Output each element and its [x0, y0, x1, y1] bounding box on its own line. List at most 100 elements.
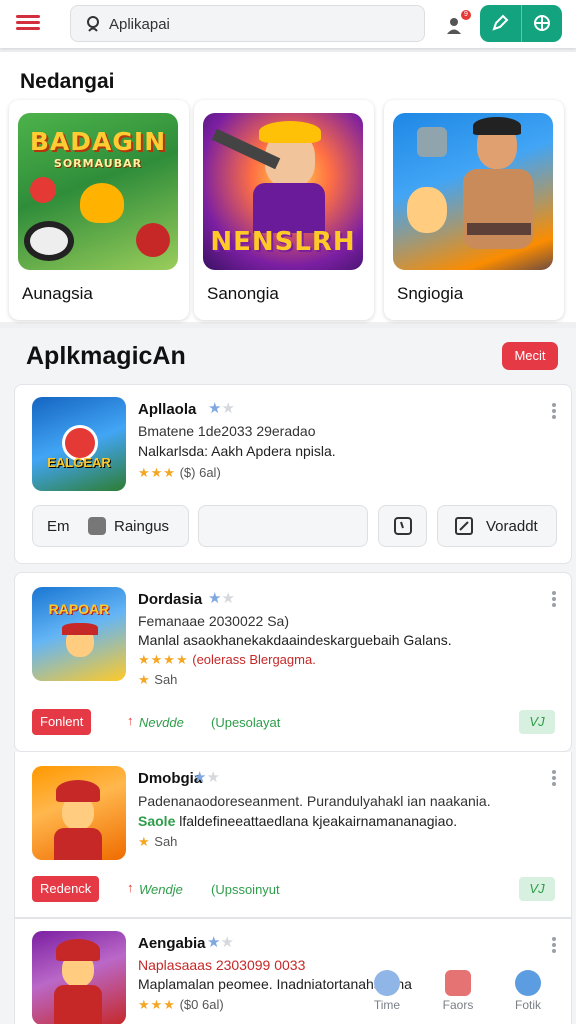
app-rating: ★★★ ($0 6al)	[138, 997, 224, 1012]
search-bar[interactable]	[70, 5, 425, 42]
arrow-icon: ↑	[127, 713, 134, 728]
notification-button[interactable]: 9	[445, 10, 471, 37]
fist-art	[417, 127, 447, 157]
icon-text: EALGEAR	[47, 455, 111, 470]
action-group	[480, 5, 562, 42]
app-meta: Bmatene 1de2033 29eradao	[138, 423, 316, 439]
body-art	[54, 985, 102, 1024]
more-icon[interactable]	[551, 591, 557, 609]
ball-art	[30, 177, 56, 203]
rating-icon: ★★	[208, 590, 235, 607]
app-meta: Padenanaodoreseanment. Purandulyahakl ia…	[138, 793, 491, 809]
featured-card[interactable]: NENSLRH Sanongia	[194, 100, 374, 320]
new-badge[interactable]: Mecit	[502, 342, 558, 370]
crosshair-icon	[534, 15, 550, 31]
green-label[interactable]: Wendje	[139, 882, 183, 897]
green-label[interactable]: (Upssoinyut	[211, 882, 280, 897]
green-label[interactable]: Nevdde	[139, 715, 184, 730]
app-name: Apllaola	[138, 401, 197, 418]
status-tag[interactable]: Fonlent	[32, 709, 92, 735]
pencil-icon	[492, 14, 509, 31]
bookmark-button[interactable]	[378, 505, 427, 547]
featured-card-label: Sanongia	[207, 284, 279, 303]
app-rating-secondary: ★ Sah	[138, 672, 178, 687]
edit-icon	[455, 517, 473, 535]
app-meta: Femanaae 2030022 Sa)	[138, 613, 289, 629]
ball-art	[136, 223, 170, 257]
app-meta: Naplasaaas 2303099 0033	[138, 957, 306, 973]
search-input[interactable]	[109, 10, 409, 38]
star-rating-icon: ★★★★	[138, 652, 189, 667]
star-rating-icon: ★	[138, 834, 151, 849]
compass-icon	[515, 970, 541, 996]
game-sublogo: SORMAUBAR	[53, 157, 143, 170]
empty-button[interactable]	[198, 505, 368, 547]
app-description: Nalkarlsda: Aakh Apdera npisla.	[138, 443, 336, 459]
app-icon	[32, 931, 126, 1024]
hair-art	[259, 121, 321, 143]
button-label: Em	[47, 518, 70, 535]
app-icon: EALGEAR	[32, 397, 126, 491]
install-button[interactable]: Em Raingus	[32, 505, 189, 547]
character-art	[80, 183, 124, 223]
game-logo: BADAGIN	[29, 127, 167, 156]
open-button[interactable]: Voraddt	[437, 505, 557, 547]
featured-card-label: Sngiogia	[397, 284, 464, 303]
sidekick-art	[407, 187, 447, 233]
rating-icon: ★★	[207, 934, 234, 951]
belt-art	[467, 223, 531, 235]
app-card[interactable]: Dmobgia ★★ Padenanaodoreseanment. Purand…	[14, 752, 572, 918]
app-card[interactable]: EALGEAR Apllaola ★★ Bmatene 1de2033 29er…	[14, 384, 572, 564]
more-icon[interactable]	[551, 770, 557, 788]
lock-icon	[88, 517, 106, 535]
green-label[interactable]: (Upesolayat	[211, 715, 280, 730]
ball-art	[24, 221, 74, 261]
star-rating-icon: ★★★	[138, 465, 176, 480]
more-icon[interactable]	[551, 403, 557, 421]
rating-icon: ★★	[208, 400, 235, 417]
hair-art	[473, 117, 521, 135]
featured-card[interactable]: Sngiogia	[384, 100, 564, 320]
game-artwork: NENSLRH	[203, 113, 363, 270]
game-artwork: BADAGIN SORMAUBAR	[18, 113, 178, 270]
app-rating: ★ Sah	[138, 834, 178, 849]
version-pill[interactable]: VJ	[519, 710, 555, 734]
body-art	[463, 169, 533, 249]
body-art	[253, 183, 325, 233]
featured-card-label: Aunagsia	[22, 284, 93, 303]
nav-fotik[interactable]: Fotik	[498, 970, 558, 1012]
game-logo: NENSLRH	[210, 227, 356, 257]
bookmark-icon	[394, 517, 412, 535]
status-tag[interactable]: Redenck	[32, 876, 100, 902]
button-label: Voraddt	[486, 518, 538, 535]
hat-art	[62, 623, 98, 635]
nav-faors[interactable]: Faors	[428, 970, 488, 1012]
app-card[interactable]: Aengabia ★★ Naplasaaas 2303099 0033 Mapl…	[14, 918, 572, 1024]
body-art	[54, 828, 102, 860]
arrow-icon: ↑	[127, 880, 134, 895]
app-card[interactable]: RAPOAR Dordasia ★★ Femanaae 2030022 Sa) …	[14, 572, 572, 752]
version-pill[interactable]: VJ	[519, 877, 555, 901]
app-name: Aengabia	[138, 935, 206, 952]
edit-button[interactable]	[480, 5, 521, 42]
target-button[interactable]	[521, 5, 562, 42]
nav-label: Fotik	[514, 998, 541, 1012]
hat-art	[56, 780, 100, 802]
app-icon	[32, 766, 126, 860]
top-bar: 9	[0, 0, 576, 48]
featured-card[interactable]: BADAGIN SORMAUBAR Aunagsia	[9, 100, 189, 320]
featured-title: Nedangai	[20, 70, 115, 93]
notification-badge: 9	[461, 10, 471, 20]
clock-icon	[374, 970, 400, 996]
icon-text: RAPOAR	[48, 601, 110, 617]
menu-icon[interactable]	[16, 12, 42, 34]
section-heading: AplkmagicAn	[26, 342, 186, 370]
more-icon[interactable]	[551, 937, 557, 955]
featured-section: Nedangai BADAGIN SORMAUBAR Aunagsia NENS…	[0, 52, 576, 322]
app-rating: ★★★ ($) 6al)	[138, 465, 221, 480]
search-icon	[87, 16, 99, 32]
hat-art	[56, 939, 100, 961]
app-description: Manlal asaokhanekakdaaindeskarguebaih Ga…	[138, 632, 452, 648]
star-rating-icon: ★★★	[138, 997, 176, 1012]
nav-time[interactable]: Time	[357, 970, 417, 1012]
